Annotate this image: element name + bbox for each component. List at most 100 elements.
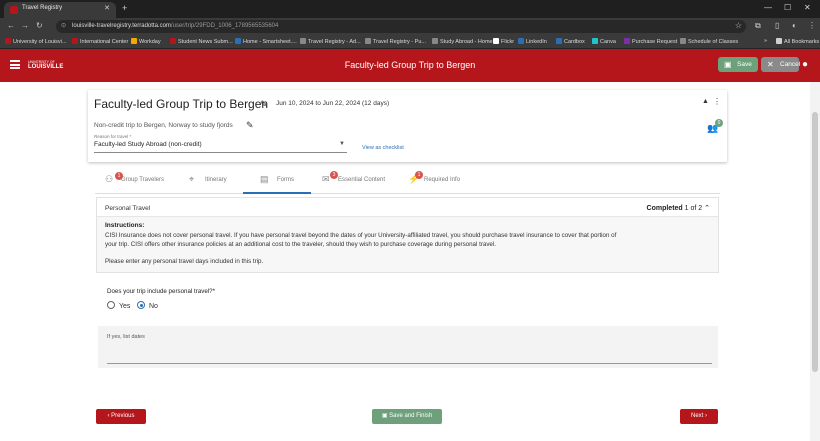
bookmark-item[interactable]: International Center xyxy=(72,38,128,45)
bookmark-item[interactable]: Home - Smartsheet.... xyxy=(235,38,297,45)
bookmark-item[interactable]: Purchase Request xyxy=(624,38,677,45)
save-and-finish-button[interactable]: ▣ Save and Finish xyxy=(372,409,442,424)
radio-yes-circle[interactable] xyxy=(107,301,115,309)
tab-itinerary[interactable]: ⌖ Itinerary xyxy=(187,168,247,194)
scrollbar-thumb[interactable] xyxy=(812,112,818,372)
edit-title-pencil-icon[interactable]: ✎ xyxy=(260,99,268,110)
essential-content-icon: ✉ xyxy=(322,174,330,184)
sidebar-icon[interactable]: ▯ xyxy=(775,21,779,30)
tab-forms[interactable]: ▤ Forms xyxy=(243,168,311,194)
user-account-icon[interactable]: ● xyxy=(802,59,808,70)
new-tab-button[interactable]: + xyxy=(122,3,127,13)
radio-no[interactable]: No xyxy=(137,301,158,310)
bookmark-label: Cardbox xyxy=(564,39,585,45)
tab-group-travelers[interactable]: ⚇ 1 Group Travelers xyxy=(103,168,183,194)
browser-toolbar: ← → ↻ ⊙ louisville-travelregistry.terrad… xyxy=(0,18,820,35)
bookmark-item[interactable]: Canva xyxy=(592,38,616,45)
dates-field-label: If yes, list dates xyxy=(107,334,145,340)
bookmark-label: Workday xyxy=(139,39,161,45)
save-button[interactable]: ▣ Save xyxy=(718,57,758,72)
floppy-disk-icon: ▣ xyxy=(381,413,388,419)
cancel-button-label: Cancel xyxy=(780,61,801,68)
bookmark-item[interactable]: LinkedIn xyxy=(518,38,547,45)
bookmark-item[interactable]: Travel Registry - Pu... xyxy=(365,38,426,45)
maximize-icon[interactable]: ☐ xyxy=(784,3,791,12)
completed-count: 1 of 2 xyxy=(684,205,703,212)
tab-essential-content[interactable]: ✉ 3 Essential Content xyxy=(320,168,395,194)
reload-icon[interactable]: ↻ xyxy=(36,21,43,30)
bookmark-favicon-icon xyxy=(624,38,630,44)
bookmark-favicon-icon xyxy=(556,38,562,44)
reason-select[interactable]: Faculty-led Study Abroad (non-credit) ▼ xyxy=(94,141,347,153)
site-info-icon[interactable]: ⊙ xyxy=(61,22,66,29)
completed-label: Completed xyxy=(646,205,683,212)
collapse-chevron-up-icon[interactable]: ▲ xyxy=(702,98,709,105)
save-and-finish-label: Save and Finish xyxy=(389,413,433,419)
profile-icon[interactable]: ◐ xyxy=(792,21,797,30)
all-bookmarks-label: All Bookmarks xyxy=(784,39,820,45)
essential-content-badge: 3 xyxy=(330,171,338,179)
next-button[interactable]: Next › xyxy=(680,409,718,424)
bookmark-item[interactable]: Travel Registry - Ad... xyxy=(300,38,361,45)
clipboard-icon: ▤ xyxy=(260,174,269,184)
forward-icon[interactable]: → xyxy=(21,21,29,30)
bookmark-item[interactable]: Schedule of Classes xyxy=(680,38,738,45)
dropdown-arrow-icon: ▼ xyxy=(339,141,345,147)
bookmark-label: Home - Smartsheet.... xyxy=(243,39,297,45)
section-tabs: ⚇ 1 Group Travelers ⌖ Itinerary ▤ Forms … xyxy=(95,168,720,194)
bookmark-favicon-icon xyxy=(518,38,524,44)
personal-travel-dates-textarea[interactable]: If yes, list dates xyxy=(98,326,718,368)
tab-label-forms: Forms xyxy=(277,177,294,183)
bookmark-item[interactable]: University of Louisvi... xyxy=(5,38,67,45)
extensions-icon[interactable]: ⧉ xyxy=(755,21,761,31)
map-pin-icon: ⌖ xyxy=(189,174,195,184)
bookmarks-bar: » All Bookmarks University of Louisvi...… xyxy=(0,35,820,49)
bookmark-label: Travel Registry - Pu... xyxy=(373,39,426,45)
bookmarks-more[interactable]: » xyxy=(764,38,767,44)
bookmark-item[interactable]: Study Abroad - Home xyxy=(432,38,493,45)
cancel-button[interactable]: ✕ Cancel xyxy=(761,57,801,72)
personal-travel-panel: Personal Travel Completed 1 of 2 ⌃ Instr… xyxy=(96,197,719,273)
bookmark-item[interactable]: Workday xyxy=(131,38,161,45)
reason-field-label: Reason for travel * xyxy=(94,134,132,139)
tab-close-icon[interactable]: ✕ xyxy=(104,4,110,12)
panel-header[interactable]: Personal Travel Completed 1 of 2 ⌃ xyxy=(97,198,718,217)
browser-menu-icon[interactable]: ⋮ xyxy=(808,21,816,30)
bookmark-item[interactable]: Cardbox xyxy=(556,38,585,45)
address-bar[interactable]: ⊙ louisville-travelregistry.terradotta.c… xyxy=(56,20,746,33)
chevron-left-icon: ‹ xyxy=(107,413,110,419)
minimize-icon[interactable]: — xyxy=(764,3,772,12)
bookmark-label: Travel Registry - Ad... xyxy=(308,39,361,45)
browser-tab-bar: Travel Registry ✕ + — ☐ ✕ xyxy=(0,0,820,18)
more-options-icon[interactable]: ⋮ xyxy=(713,97,721,106)
browser-tab[interactable]: Travel Registry ✕ xyxy=(4,2,116,18)
bookmark-item[interactable]: Student News Subm... xyxy=(170,38,233,45)
group-travelers-icon[interactable]: 👥 0 xyxy=(707,119,723,134)
close-window-icon[interactable]: ✕ xyxy=(804,3,811,12)
page-title: Faculty-led Group Trip to Bergen xyxy=(344,60,476,70)
tab-label-group-travelers: Group Travelers xyxy=(121,177,165,183)
back-icon[interactable]: ← xyxy=(7,21,15,30)
radio-no-circle[interactable] xyxy=(137,301,145,309)
previous-button[interactable]: ‹ Previous xyxy=(96,409,146,424)
collapse-chevron-up-icon[interactable]: ⌃ xyxy=(704,205,710,212)
tab-title: Travel Registry xyxy=(22,5,63,11)
all-bookmarks[interactable]: All Bookmarks xyxy=(776,38,819,45)
tab-label-essential-content: Essential Content xyxy=(338,177,386,183)
bookmark-label: Flickr xyxy=(501,39,515,45)
radio-no-label: No xyxy=(149,303,158,310)
view-as-checklist-link[interactable]: View as checklist xyxy=(362,145,404,151)
app-header: UNIVERSITY OF LOUISVILLE Faculty-led Grou… xyxy=(0,49,820,82)
bookmark-item[interactable]: Flickr xyxy=(493,38,514,45)
bookmark-label: Purchase Request xyxy=(632,39,678,45)
page-scrollbar[interactable] xyxy=(810,82,820,441)
close-icon: ✕ xyxy=(767,60,774,69)
bookmark-label: University of Louisvi... xyxy=(13,39,67,45)
bookmark-favicon-icon xyxy=(235,38,241,44)
save-button-label: Save xyxy=(737,61,752,68)
tab-required-info[interactable]: ⚡ 1 Required Info xyxy=(406,168,476,194)
edit-description-pencil-icon[interactable]: ✎ xyxy=(246,120,254,131)
radio-yes-label: Yes xyxy=(119,303,131,310)
bookmark-star-icon[interactable]: ☆ xyxy=(735,21,742,30)
radio-yes[interactable]: Yes xyxy=(107,301,130,310)
